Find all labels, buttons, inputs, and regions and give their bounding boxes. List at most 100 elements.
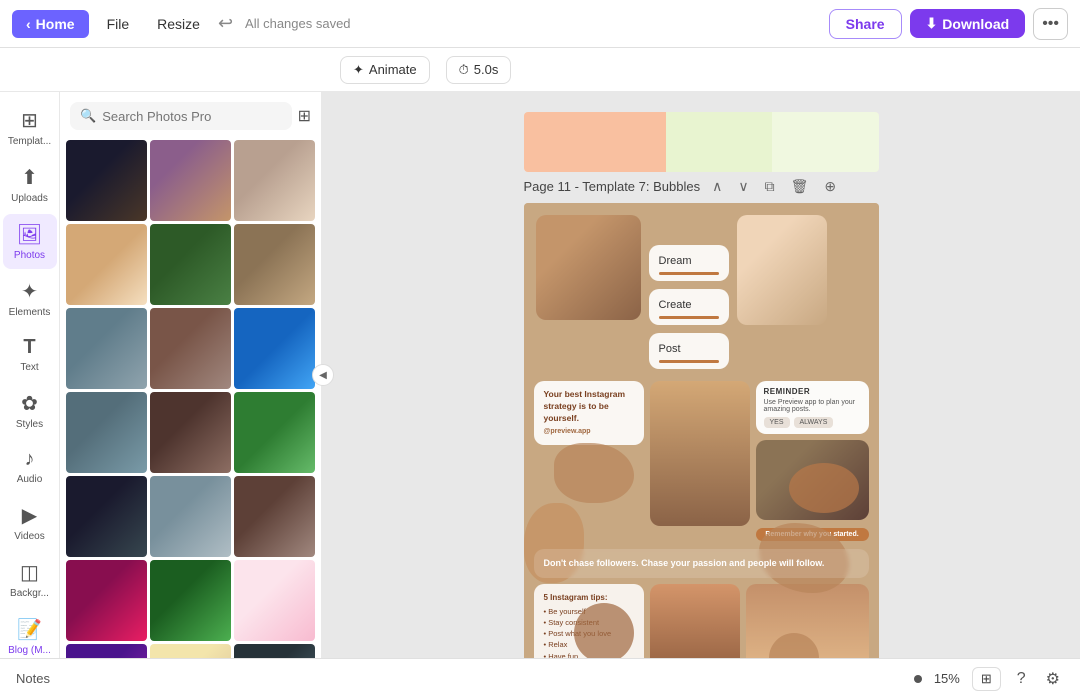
page-above-left — [524, 112, 666, 172]
page11-header: Page 11 - Template 7: Bubbles ∧ ∨ ⧉ 🗑 ⊕ — [524, 176, 879, 197]
canvas-area: Page 11 - Template 7: Bubbles ∧ ∨ ⧉ 🗑 ⊕ — [322, 92, 1080, 658]
reminder-yes-button[interactable]: YES — [764, 417, 790, 428]
template-top-section: Dream Create Post — [524, 203, 879, 381]
photos-grid — [60, 136, 321, 658]
list-item[interactable] — [150, 140, 231, 221]
notes-button[interactable]: Notes — [16, 671, 50, 686]
sidebar-item-blog[interactable]: 📝 Blog (M... — [3, 609, 57, 658]
list-item[interactable] — [150, 476, 231, 557]
list-item[interactable] — [234, 560, 315, 641]
filter-button[interactable]: ⊞ — [298, 106, 311, 126]
share-button[interactable]: Share — [829, 9, 902, 39]
list-item[interactable] — [66, 140, 147, 221]
sidebar-item-audio[interactable]: ♪ Audio — [3, 440, 57, 493]
list-item[interactable] — [150, 224, 231, 305]
couple-photo — [536, 215, 641, 320]
list-item[interactable] — [150, 644, 231, 658]
reminder-buttons: YES ALWAYS — [764, 417, 861, 428]
top-bar: ‹ Home File Resize ↩ All changes saved S… — [0, 0, 1080, 48]
search-box: 🔍 — [70, 102, 292, 130]
bottom-bar: Notes 15% ⊞ ? ⚙ — [0, 658, 1080, 698]
ellipsis-icon: ••• — [1042, 15, 1059, 32]
file-button[interactable]: File — [97, 10, 140, 38]
list-item[interactable] — [234, 476, 315, 557]
list-item[interactable] — [66, 224, 147, 305]
page-add-button[interactable]: ⊕ — [820, 176, 840, 197]
list-item[interactable] — [66, 644, 147, 658]
undo-icon: ↩ — [218, 13, 233, 34]
file-label: File — [107, 16, 130, 32]
create-text: Create — [659, 299, 692, 311]
resize-button[interactable]: Resize — [147, 10, 210, 38]
sidebar-item-styles[interactable]: ✿ Styles — [3, 383, 57, 438]
elements-icon: ✦ — [21, 279, 38, 304]
dream-underline — [659, 272, 719, 275]
page11-title: Page 11 - Template 7: Bubbles — [524, 179, 701, 194]
list-item[interactable] — [234, 644, 315, 658]
photos-panel-wrapper: 🔍 ⊞ — [60, 92, 322, 658]
list-item[interactable] — [234, 308, 315, 389]
zoom-button[interactable]: ⊞ — [972, 667, 1001, 691]
list-item[interactable] — [234, 224, 315, 305]
more-options-button[interactable]: ••• — [1033, 8, 1068, 40]
download-button[interactable]: ⬇ Download — [910, 9, 1026, 38]
settings-button[interactable]: ⚙ — [1042, 667, 1064, 691]
audio-icon: ♪ — [25, 448, 35, 471]
home-button[interactable]: ‹ Home — [12, 10, 89, 38]
sidebar-item-elements[interactable]: ✦ Elements — [3, 271, 57, 326]
search-input[interactable] — [102, 109, 281, 124]
animate-button[interactable]: ✦ Animate — [340, 56, 430, 84]
post-underline — [659, 360, 719, 363]
help-button[interactable]: ? — [1013, 668, 1030, 690]
list-item[interactable] — [66, 392, 147, 473]
right-column: REMINDER Use Preview app to plan your am… — [756, 381, 869, 541]
sparkle-icon: ✦ — [353, 62, 364, 78]
motivation-text: Don't chase followers. Chase your passio… — [544, 558, 825, 568]
gear-icon: ⚙ — [1046, 671, 1060, 688]
sidebar-item-videos[interactable]: ▶ Videos — [3, 495, 57, 550]
photos-panel: 🔍 ⊞ — [60, 92, 322, 658]
quote-text: Your best Instagram strategy is to be yo… — [544, 389, 634, 425]
reminder-always-button[interactable]: ALWAYS — [794, 417, 834, 428]
page-delete-button[interactable]: 🗑 — [787, 176, 813, 197]
blob-shape-3 — [789, 463, 859, 513]
sidebar-item-photos[interactable]: 🖼 Photos — [3, 214, 57, 269]
uploads-icon: ⬆ — [21, 165, 38, 190]
timer-button[interactable]: ⏱ 5.0s — [446, 56, 512, 84]
page-above-mid — [666, 112, 773, 172]
tips-title: 5 Instagram tips: — [544, 592, 634, 604]
list-item[interactable] — [234, 140, 315, 221]
page-collapse-button[interactable]: ∧ — [708, 176, 726, 197]
sidebar-item-text[interactable]: T Text — [3, 328, 57, 381]
template-canvas[interactable]: Dream Create Post — [524, 203, 879, 658]
page-copy-button[interactable]: ⧉ — [761, 176, 779, 197]
sidebar-item-templates[interactable]: ⊞ Templat... — [3, 100, 57, 155]
panel-collapse-button[interactable]: ◀ — [312, 364, 334, 386]
videos-icon: ▶ — [22, 503, 37, 528]
list-item[interactable] — [150, 308, 231, 389]
reminder-card: REMINDER Use Preview app to plan your am… — [756, 381, 869, 434]
create-underline — [659, 316, 719, 319]
grid-icon: ⊞ — [981, 671, 992, 686]
list-item[interactable] — [66, 308, 147, 389]
list-item[interactable] — [150, 560, 231, 641]
download-icon: ⬇ — [926, 15, 938, 32]
blob-shape-1 — [554, 443, 634, 503]
list-item[interactable] — [66, 476, 147, 557]
sidebar-item-background[interactable]: ◫ Backgr... — [3, 552, 57, 607]
page-expand-button[interactable]: ∨ — [734, 176, 752, 197]
templates-icon: ⊞ — [21, 108, 38, 133]
list-item[interactable] — [150, 392, 231, 473]
left-sidebar: ⊞ Templat... ⬆ Uploads 🖼 Photos ✦ Elemen… — [0, 92, 60, 658]
lady-laptop-photo — [737, 215, 827, 325]
girl-pose-photo — [650, 584, 740, 658]
dream-card: Dream — [649, 245, 729, 281]
background-icon: ◫ — [20, 560, 39, 585]
photos-icon: 🖼 — [17, 222, 42, 247]
list-item[interactable] — [234, 392, 315, 473]
quote-card: Your best Instagram strategy is to be yo… — [534, 381, 644, 445]
list-item[interactable] — [66, 560, 147, 641]
post-text: Post — [659, 343, 681, 355]
blog-icon: 📝 — [17, 617, 42, 642]
sidebar-item-uploads[interactable]: ⬆ Uploads — [3, 157, 57, 212]
